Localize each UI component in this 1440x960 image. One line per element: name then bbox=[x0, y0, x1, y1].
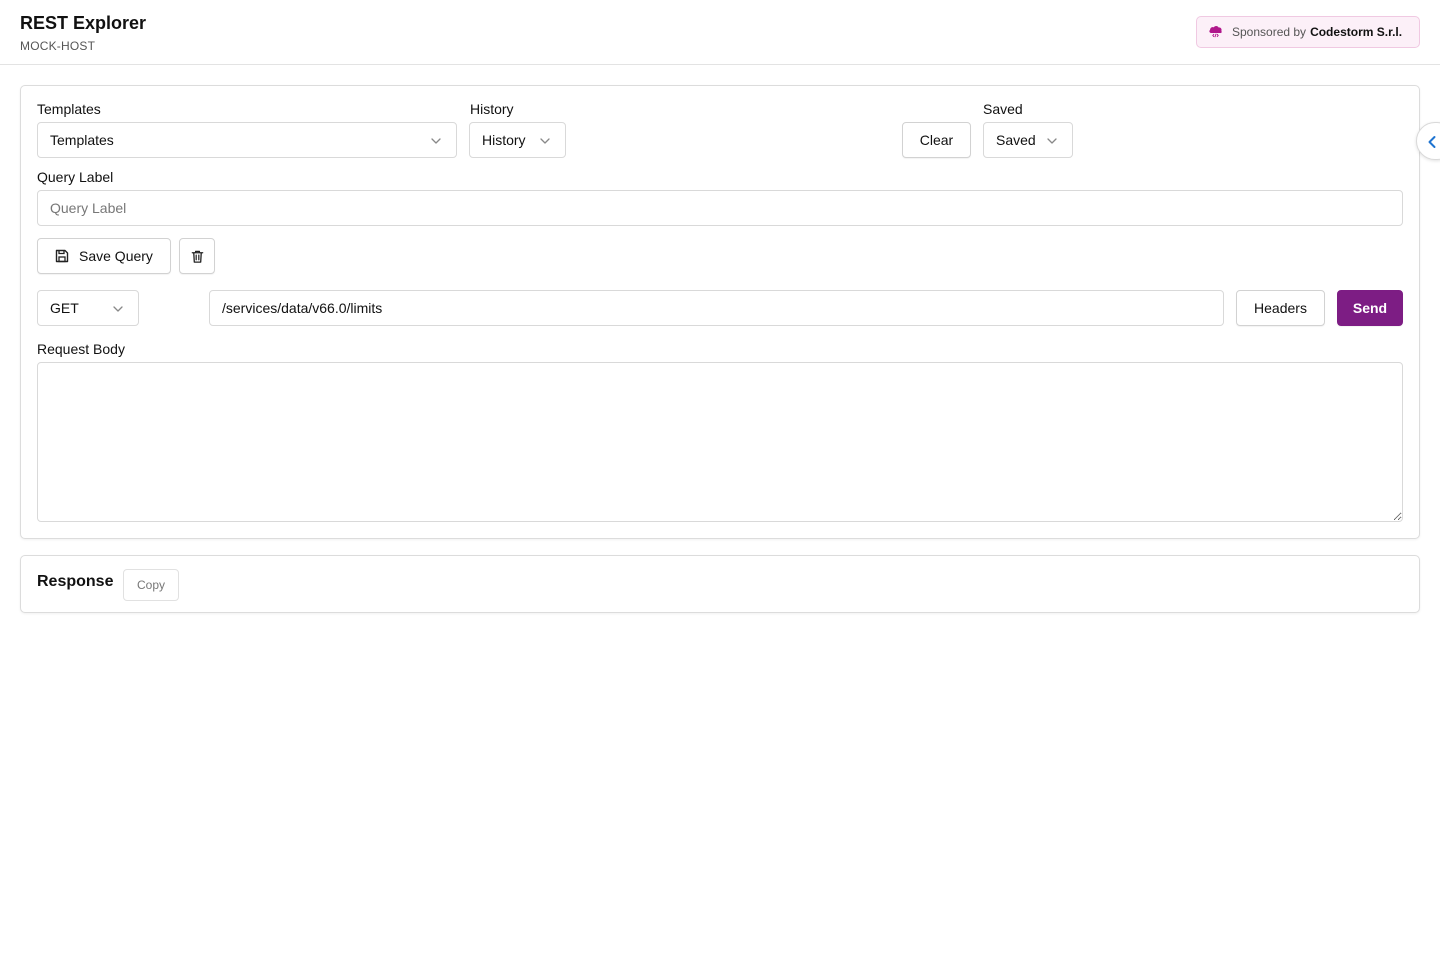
floppy-disk-icon bbox=[55, 249, 69, 263]
method-select-value: GET bbox=[50, 300, 79, 316]
chevron-down-icon bbox=[431, 138, 441, 144]
save-query-button[interactable]: Save Query bbox=[37, 238, 171, 274]
saved-label: Saved bbox=[983, 101, 1023, 117]
saved-select[interactable]: Saved bbox=[983, 122, 1073, 158]
sponsor-badge[interactable]: Sponsored by Codestorm S.r.l. bbox=[1196, 16, 1420, 48]
headers-button[interactable]: Headers bbox=[1236, 290, 1325, 326]
history-select[interactable]: History bbox=[469, 122, 566, 158]
delete-query-button[interactable] bbox=[179, 238, 215, 274]
sponsor-prefix: Sponsored by bbox=[1232, 25, 1307, 39]
saved-select-value: Saved bbox=[996, 132, 1036, 148]
app-title: REST Explorer bbox=[20, 13, 147, 33]
history-select-value: History bbox=[482, 132, 526, 148]
response-panel: Response Copy bbox=[20, 555, 1420, 613]
templates-select[interactable]: Templates bbox=[37, 122, 457, 158]
chevron-down-icon bbox=[1047, 138, 1057, 144]
clear-button[interactable]: Clear bbox=[902, 122, 971, 158]
history-label: History bbox=[470, 101, 514, 117]
templates-select-value: Templates bbox=[50, 132, 114, 148]
endpoint-url-input[interactable] bbox=[209, 290, 1224, 326]
request-body-label: Request Body bbox=[37, 341, 125, 357]
send-button[interactable]: Send bbox=[1337, 290, 1403, 326]
request-panel: Templates Templates History History Clea… bbox=[20, 85, 1420, 539]
response-title: Response bbox=[37, 573, 114, 590]
copy-response-button[interactable]: Copy bbox=[123, 569, 179, 601]
chevron-down-icon bbox=[540, 138, 550, 144]
request-body-textarea[interactable] bbox=[37, 362, 1403, 522]
sponsor-name: Codestorm S.r.l. bbox=[1310, 25, 1403, 39]
method-select[interactable]: GET bbox=[37, 290, 139, 326]
templates-label: Templates bbox=[37, 101, 101, 117]
chevron-left-icon bbox=[1428, 136, 1436, 148]
query-label-input[interactable] bbox=[37, 190, 1403, 226]
save-query-label: Save Query bbox=[79, 248, 153, 264]
query-label-label: Query Label bbox=[37, 169, 114, 185]
cloud-code-icon bbox=[1207, 22, 1232, 42]
host-name: MOCK-HOST bbox=[20, 39, 96, 53]
trash-icon bbox=[191, 250, 203, 263]
app-header: REST Explorer MOCK-HOST Sponsored by Cod… bbox=[0, 0, 1440, 65]
chevron-down-icon bbox=[113, 306, 123, 312]
